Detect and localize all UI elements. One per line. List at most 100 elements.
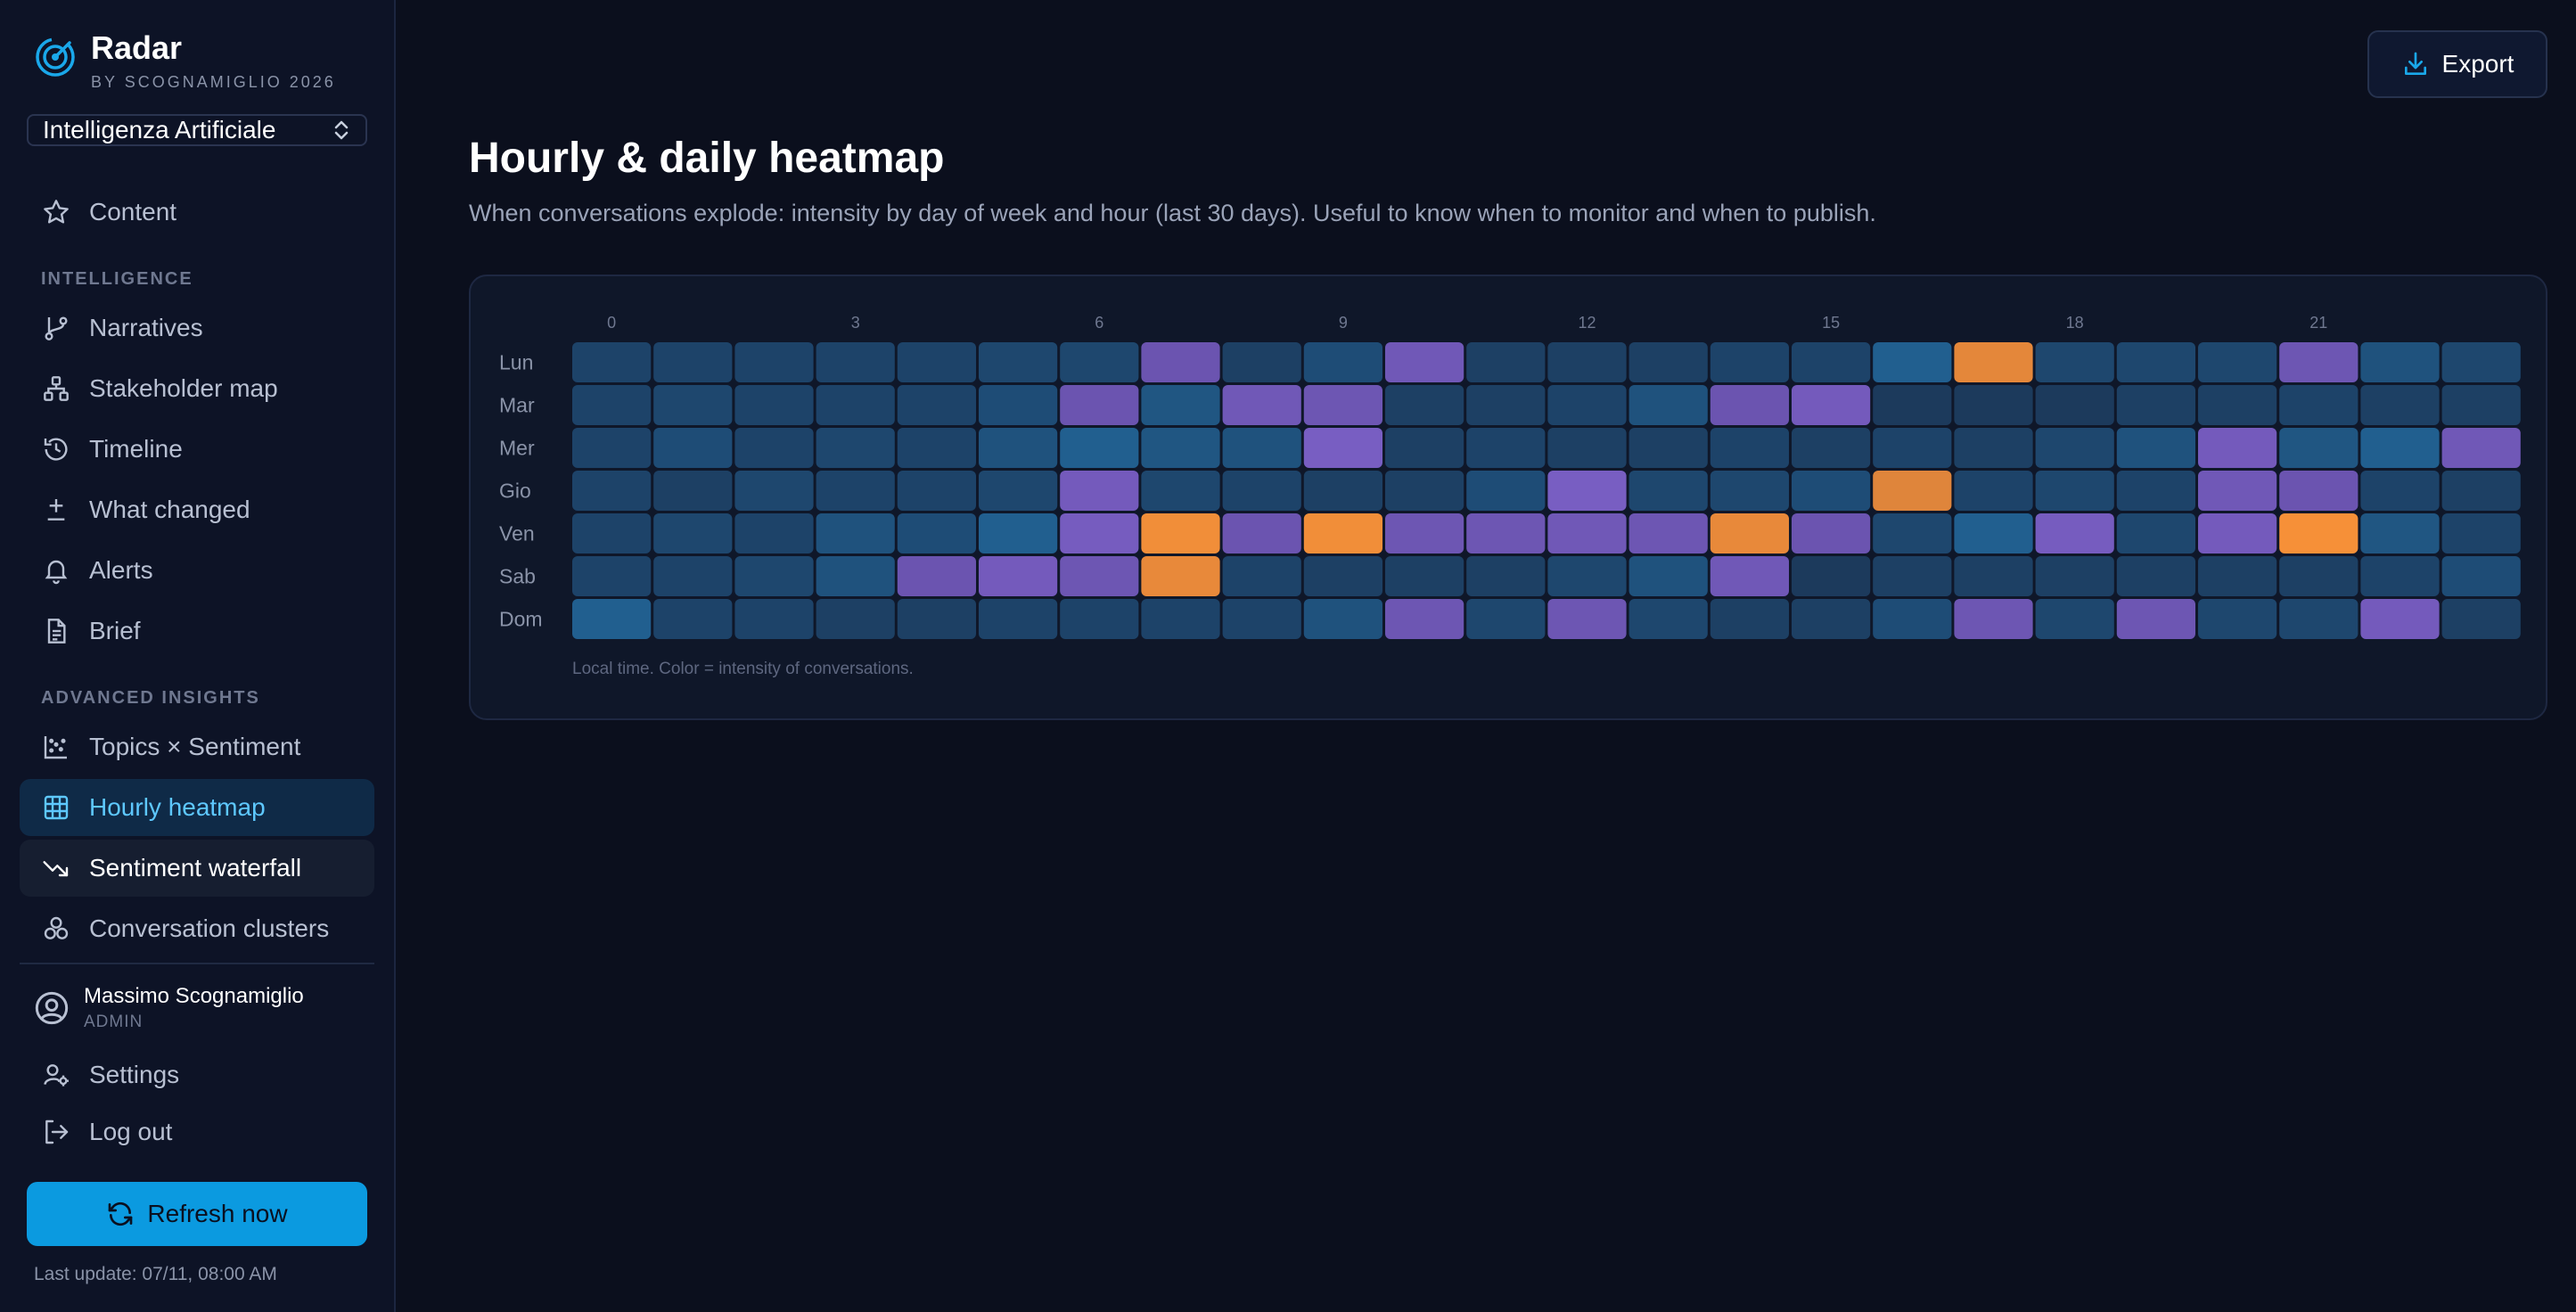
heatmap-cell[interactable] [1385, 556, 1464, 596]
heatmap-cell[interactable] [572, 342, 652, 382]
heatmap-cell[interactable] [2116, 342, 2195, 382]
heatmap-cell[interactable] [2360, 556, 2440, 596]
heatmap-cell[interactable] [2116, 385, 2195, 425]
heatmap-cell[interactable] [2198, 385, 2277, 425]
heatmap-cell[interactable] [1303, 513, 1382, 554]
heatmap-cell[interactable] [1060, 599, 1139, 639]
heatmap-cell[interactable] [2441, 342, 2521, 382]
heatmap-cell[interactable] [572, 471, 652, 511]
nav-item-conversation-clusters[interactable]: Conversation clusters [20, 900, 374, 957]
heatmap-cell[interactable] [816, 342, 895, 382]
nav-item-narratives[interactable]: Narratives [20, 299, 374, 357]
heatmap-cell[interactable] [653, 385, 733, 425]
nav-item-timeline[interactable]: Timeline [20, 421, 374, 478]
heatmap-cell[interactable] [2198, 471, 2277, 511]
nav-item-hourly-heatmap[interactable]: Hourly heatmap [20, 779, 374, 836]
heatmap-cell[interactable] [2279, 599, 2359, 639]
heatmap-cell[interactable] [1547, 428, 1627, 468]
refresh-now-button[interactable]: Refresh now [27, 1182, 367, 1246]
heatmap-cell[interactable] [1060, 385, 1139, 425]
heatmap-cell[interactable] [2360, 599, 2440, 639]
heatmap-cell[interactable] [1954, 385, 2033, 425]
heatmap-cell[interactable] [979, 513, 1058, 554]
nav-item-topics-sentiment[interactable]: Topics × Sentiment [20, 718, 374, 775]
heatmap-cell[interactable] [2279, 428, 2359, 468]
heatmap-cell[interactable] [1792, 556, 1871, 596]
heatmap-cell[interactable] [1222, 471, 1301, 511]
heatmap-cell[interactable] [1873, 385, 1952, 425]
heatmap-cell[interactable] [2116, 428, 2195, 468]
nav-item-settings[interactable]: Settings [20, 1046, 374, 1103]
heatmap-cell[interactable] [1141, 428, 1220, 468]
heatmap-cell[interactable] [572, 599, 652, 639]
heatmap-cell[interactable] [1385, 385, 1464, 425]
heatmap-cell[interactable] [2198, 599, 2277, 639]
heatmap-cell[interactable] [897, 599, 976, 639]
heatmap-cell[interactable] [2279, 471, 2359, 511]
heatmap-cell[interactable] [1385, 599, 1464, 639]
heatmap-cell[interactable] [734, 342, 814, 382]
heatmap-cell[interactable] [1466, 513, 1546, 554]
heatmap-cell[interactable] [1954, 428, 2033, 468]
heatmap-cell[interactable] [1547, 556, 1627, 596]
heatmap-cell[interactable] [2198, 342, 2277, 382]
heatmap-cell[interactable] [734, 513, 814, 554]
heatmap-cell[interactable] [1303, 428, 1382, 468]
heatmap-cell[interactable] [897, 428, 976, 468]
heatmap-cell[interactable] [2198, 556, 2277, 596]
heatmap-cell[interactable] [1954, 342, 2033, 382]
export-button[interactable]: Export [2367, 30, 2547, 98]
heatmap-cell[interactable] [1547, 342, 1627, 382]
heatmap-cell[interactable] [1710, 385, 1789, 425]
nav-item-brief[interactable]: Brief [20, 603, 374, 660]
heatmap-cell[interactable] [2198, 428, 2277, 468]
heatmap-cell[interactable] [1303, 471, 1382, 511]
heatmap-cell[interactable] [1792, 428, 1871, 468]
heatmap-cell[interactable] [2116, 599, 2195, 639]
heatmap-cell[interactable] [979, 471, 1058, 511]
heatmap-cell[interactable] [1141, 471, 1220, 511]
heatmap-cell[interactable] [2360, 385, 2440, 425]
heatmap-cell[interactable] [2360, 428, 2440, 468]
heatmap-cell[interactable] [2279, 556, 2359, 596]
heatmap-cell[interactable] [1466, 342, 1546, 382]
heatmap-cell[interactable] [734, 385, 814, 425]
heatmap-cell[interactable] [1628, 385, 1708, 425]
heatmap-cell[interactable] [1222, 342, 1301, 382]
heatmap-cell[interactable] [1060, 342, 1139, 382]
heatmap-cell[interactable] [1628, 471, 1708, 511]
heatmap-cell[interactable] [572, 556, 652, 596]
heatmap-cell[interactable] [1873, 428, 1952, 468]
heatmap-cell[interactable] [979, 428, 1058, 468]
heatmap-cell[interactable] [1792, 471, 1871, 511]
heatmap-cell[interactable] [816, 428, 895, 468]
heatmap-cell[interactable] [979, 556, 1058, 596]
heatmap-cell[interactable] [1954, 471, 2033, 511]
heatmap-cell[interactable] [1710, 428, 1789, 468]
heatmap-cell[interactable] [734, 599, 814, 639]
heatmap-cell[interactable] [1873, 599, 1952, 639]
heatmap-cell[interactable] [1792, 599, 1871, 639]
heatmap-cell[interactable] [1303, 385, 1382, 425]
heatmap-cell[interactable] [1303, 556, 1382, 596]
heatmap-cell[interactable] [1628, 342, 1708, 382]
heatmap-cell[interactable] [1141, 342, 1220, 382]
heatmap-cell[interactable] [2035, 471, 2114, 511]
heatmap-cell[interactable] [1710, 513, 1789, 554]
heatmap-cell[interactable] [1466, 556, 1546, 596]
heatmap-cell[interactable] [734, 556, 814, 596]
heatmap-cell[interactable] [1466, 471, 1546, 511]
heatmap-cell[interactable] [1628, 428, 1708, 468]
heatmap-cell[interactable] [2360, 471, 2440, 511]
heatmap-cell[interactable] [2441, 471, 2521, 511]
heatmap-cell[interactable] [1385, 428, 1464, 468]
heatmap-cell[interactable] [1222, 513, 1301, 554]
heatmap-cell[interactable] [572, 428, 652, 468]
nav-item-stakeholder-map[interactable]: Stakeholder map [20, 360, 374, 417]
heatmap-cell[interactable] [1141, 513, 1220, 554]
heatmap-cell[interactable] [1792, 513, 1871, 554]
heatmap-cell[interactable] [1954, 599, 2033, 639]
heatmap-cell[interactable] [2116, 556, 2195, 596]
heatmap-cell[interactable] [1222, 556, 1301, 596]
heatmap-cell[interactable] [2035, 342, 2114, 382]
